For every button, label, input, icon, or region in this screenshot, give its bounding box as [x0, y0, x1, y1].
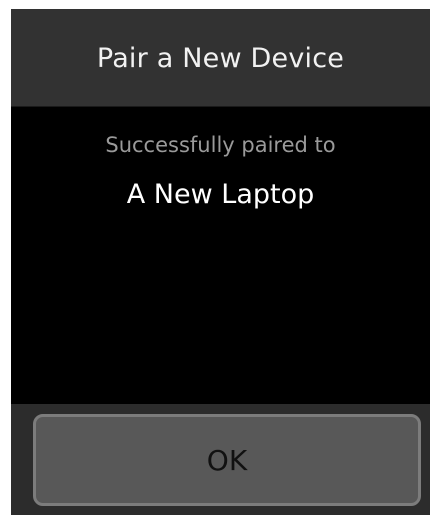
dialog-title: Pair a New Device [96, 43, 345, 74]
dialog-body: Successfully paired to A New Laptop [11, 107, 430, 404]
pairing-dialog: Pair a New Device Successfully paired to… [11, 9, 430, 515]
paired-device-name: A New Laptop [126, 179, 315, 210]
ok-button[interactable]: OK [33, 414, 421, 506]
dialog-footer: OK [11, 404, 430, 515]
pairing-status-text: Successfully paired to [105, 133, 336, 157]
dialog-header: Pair a New Device [11, 9, 430, 107]
